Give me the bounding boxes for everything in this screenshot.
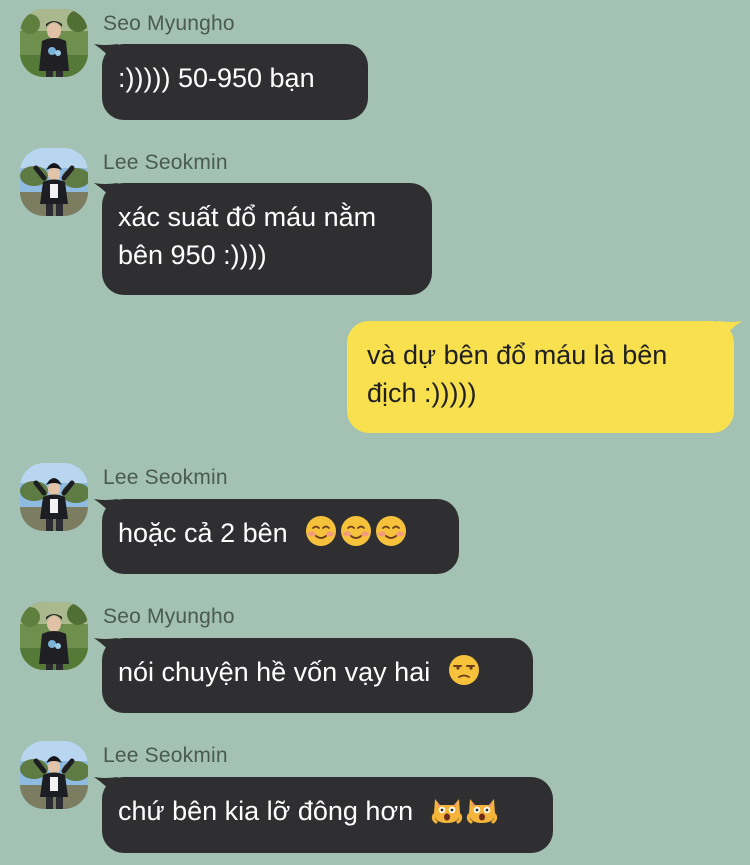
message-bubble[interactable]: hoặc cả 2 bên xyxy=(102,499,459,574)
avatar-lee-seokmin[interactable] xyxy=(20,741,88,809)
message-text-line: địch :))))) xyxy=(367,378,477,408)
message-text-line: bên 950 :)))) xyxy=(118,240,267,270)
bubble-tail xyxy=(94,44,118,66)
bubble-tail xyxy=(94,638,118,660)
message-text: nói chuyện hề vốn vạy hai xyxy=(118,657,431,687)
sender-name: Lee Seokmin xyxy=(103,744,228,767)
bubble-tail xyxy=(94,499,118,521)
unamused-face-icon xyxy=(448,654,480,686)
message-text: hoặc cả 2 bên xyxy=(118,518,288,548)
message-text: :))))) 50-950 bạn xyxy=(118,63,315,93)
smiling-face-icon xyxy=(375,515,407,547)
avatar-lee-seokmin[interactable] xyxy=(20,148,88,216)
avatar-seo-myungho[interactable] xyxy=(20,602,88,670)
message-text: chứ bên kia lỡ đông hơn xyxy=(118,796,414,826)
smiling-face-icon xyxy=(340,515,372,547)
message-text-line: xác suất đổ máu nằm xyxy=(118,202,377,232)
message-bubble[interactable]: chứ bên kia lỡ đông hơn xyxy=(102,777,553,853)
bubble-tail xyxy=(94,777,118,799)
sender-name: Lee Seokmin xyxy=(103,466,228,489)
bubble-tail xyxy=(94,183,118,205)
message-bubble-outgoing[interactable]: và dự bên đổ máu là bên địch :))))) xyxy=(347,321,734,433)
bubble-tail xyxy=(718,321,742,343)
sender-name: Lee Seokmin xyxy=(103,151,228,174)
avatar-lee-seokmin[interactable] xyxy=(20,463,88,531)
avatar-seo-myungho[interactable] xyxy=(20,9,88,77)
message-text-line: và dự bên đổ máu là bên xyxy=(367,340,668,370)
screaming-cat-icon xyxy=(431,793,463,825)
smiling-face-icon xyxy=(305,515,337,547)
message-bubble[interactable]: :))))) 50-950 bạn xyxy=(102,44,368,120)
sender-name: Seo Myungho xyxy=(103,605,235,628)
sender-name: Seo Myungho xyxy=(103,12,235,35)
message-bubble[interactable]: xác suất đổ máu nằm bên 950 :)))) xyxy=(102,183,432,295)
message-bubble[interactable]: nói chuyện hề vốn vạy hai xyxy=(102,638,533,713)
screaming-cat-icon xyxy=(466,793,498,825)
